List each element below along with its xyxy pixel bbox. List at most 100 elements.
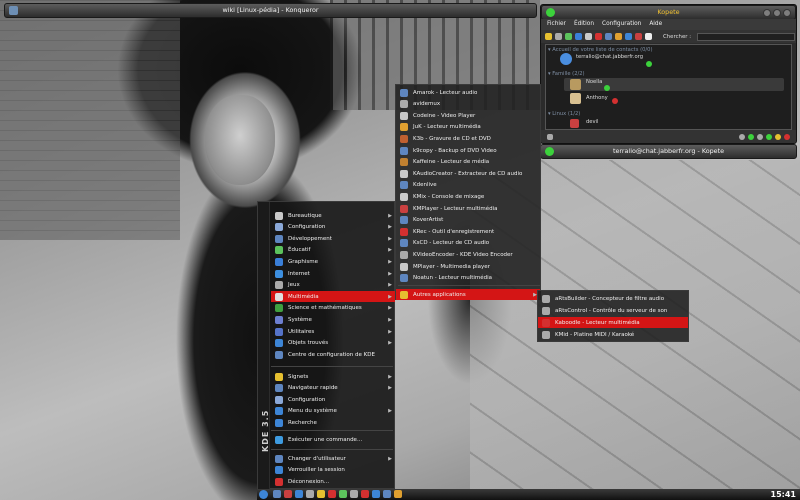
menu-item-internet[interactable]: Internet ▶ [271,268,395,279]
menu-aide[interactable]: Aide [649,19,662,30]
menu-item-systeme[interactable]: Système ▶ [271,314,395,325]
menu-item-artscontrol-controle-du-serveur-de-son[interactable]: aRtsControl - Contrôle du serveur de son [538,305,688,316]
menu-item-navigateur-rapide[interactable]: Navigateur rapide ▶ [271,383,395,394]
notifications-icon[interactable] [635,33,642,40]
kopete-titlebar[interactable]: Kopete [541,5,796,20]
menu-item-label: JuK - Lecteur multimédia [413,124,481,131]
k-menu-button[interactable] [259,490,268,499]
menu-item-multimedia[interactable]: Multimédia ▶ [271,291,395,303]
menu-item-kscd-lecteur-de-cd-audio[interactable]: KsCD - Lecteur de CD audio [396,238,540,249]
online-icon[interactable] [565,33,572,40]
taskbar-app-icon[interactable] [328,490,336,498]
taskbar-app-icon[interactable] [339,490,347,498]
menu-item-autres-applications[interactable]: Autres applications ▶ [396,289,540,300]
menu-item-koverartist[interactable]: KoverArtist [396,215,540,226]
menu-item-deconnexion[interactable]: Déconnexion... [271,476,395,487]
menu-item-developpement[interactable]: Développement ▶ [271,233,395,244]
taskbar-app-icon[interactable] [273,490,281,498]
account-status-icon[interactable] [739,133,745,140]
settings-icon[interactable] [615,33,622,40]
run-icon [275,435,283,444]
groups-icon[interactable] [605,33,612,40]
yahoo-status-icon[interactable] [775,133,781,140]
menu-item-mplayer-multimedia-player[interactable]: MPlayer - Multimedia player [396,261,540,272]
menu-item-menu-du-systeme[interactable]: Menu du système ▶ [271,406,395,417]
menu-fichier[interactable]: Fichier [547,19,566,30]
menu-item-kdenlive[interactable]: Kdenlive [396,180,540,191]
menu-item-kaudiocreator-extracteur-de-cd-audio[interactable]: KAudioCreator - Extracteur de CD audio [396,168,540,179]
chat-titlebar[interactable]: terralio@chat.jabberfr.org - Kopete [540,144,797,159]
menu-item-changer-d-utilisateur[interactable]: Changer d'utilisateur ▶ [271,453,395,464]
menu-item-kaffeine-lecteur-de-media[interactable]: Kaffeine - Lecteur de média [396,157,540,168]
contact-myself[interactable]: terralio@chat.jabberfr.org [576,54,643,61]
taskbar-app-icon[interactable] [317,490,325,498]
menu-item-configuration[interactable]: Configuration ▶ [271,222,395,233]
clear-search-icon[interactable] [645,33,652,40]
kcontrol-icon [275,350,283,359]
anthony-status-icon [612,98,618,104]
menu-item-krec-outil-d-enregistrement[interactable]: KRec - Outil d'enregistrement [396,226,540,237]
taskbar-app-icon[interactable] [284,490,292,498]
msn-status-icon[interactable] [757,133,763,140]
menu-item-configuration[interactable]: Configuration [271,394,395,405]
menu-item-centre-de-configuration-de-kde[interactable]: Centre de configuration de KDE [271,349,395,360]
close-button[interactable] [783,9,791,17]
jabber-status-icon[interactable] [748,133,754,140]
menu-edition[interactable]: Édition [574,19,594,30]
aim-status-icon[interactable] [784,133,790,140]
contact-noella[interactable]: Noella [586,79,602,86]
taskbar-app-icon[interactable] [383,490,391,498]
menu-separator [398,285,540,286]
status-icon[interactable] [555,33,562,40]
contact-group-linux[interactable]: ▾ Linux (1/2) [548,111,580,118]
menu-item-objets-trouves[interactable]: Objets trouvés ▶ [271,338,395,349]
taskbar-app-icon[interactable] [361,490,369,498]
menu-item-k3b-gravure-de-cd-et-dvd[interactable]: K3b - Gravure de CD et DVD [396,133,540,144]
menu-item-executer-une-commande[interactable]: Exécuter une commande... [271,434,395,445]
menu-item-k9copy-backup-of-dvd-video[interactable]: k9copy - Backup of DVD Video [396,145,540,156]
contact-devil[interactable]: devil [586,119,598,126]
status-menu-icon[interactable] [547,133,553,140]
taskbar-app-icon[interactable] [372,490,380,498]
menu-item-kmplayer-lecteur-multimedia[interactable]: KMPlayer - Lecteur multimédia [396,203,540,214]
taskbar-app-icon[interactable] [306,490,314,498]
add-contact-icon[interactable] [545,33,552,40]
menu-item-artsbuilder-concepteur-de-filtre-audio[interactable]: aRtsBuilder - Concepteur de filtre audio [538,293,688,304]
contact-anthony[interactable]: Anthony [586,95,608,102]
menu-item-kmix-console-de-mixage[interactable]: KMix - Console de mixage [396,191,540,202]
offline-users-icon[interactable] [585,33,592,40]
clock[interactable]: 15:41 [771,490,796,499]
menu-item-educatif[interactable]: Éducatif ▶ [271,245,395,256]
away-icon[interactable] [595,33,602,40]
taskbar-app-icon[interactable] [295,490,303,498]
icq-status-icon[interactable] [766,133,772,140]
taskbar-app-icon[interactable] [394,490,402,498]
konqueror-titlebar[interactable]: wiki [Linux-pédia] - Konqueror [4,3,537,18]
menu-configuration[interactable]: Configuration [602,19,641,30]
kopete-window[interactable]: Kopete Fichier Édition Configuration Aid… [540,4,797,144]
menu-item-amarok-lecteur-audio[interactable]: Amarok - Lecteur audio [396,87,540,98]
menu-item-noatun-lecteur-multimedia[interactable]: Noatun - Lecteur multimédia [396,273,540,284]
menu-item-kvideoencoder-kde-video-encoder[interactable]: KVideoEncoder - KDE Video Encoder [396,249,540,260]
menu-item-signets[interactable]: Signets ▶ [271,371,395,382]
menu-item-kaboodle-lecteur-multimedia[interactable]: Kaboodle - Lecteur multimédia [538,317,688,328]
submenu-arrow-icon: ▶ [388,247,392,254]
menu-item-science-et-mathematiques[interactable]: Science et mathématiques ▶ [271,303,395,314]
menu-item-jeux[interactable]: Jeux ▶ [271,280,395,291]
menu-item-utilitaires[interactable]: Utilitaires ▶ [271,326,395,337]
menu-item-juk-lecteur-multimedia[interactable]: JuK - Lecteur multimédia [396,122,540,133]
menu-item-avidemux[interactable]: avidemux [396,99,540,110]
maximize-button[interactable] [773,9,781,17]
menu-item-codeine-video-player[interactable]: Codeine - Video Player [396,110,540,121]
menu-item-bureautique[interactable]: Bureautique ▶ [271,210,395,221]
menu-item-graphisme[interactable]: Graphisme ▶ [271,256,395,267]
menu-item-kmid-platine-midi-karaoke[interactable]: KMid - Platine MIDI / Karaoké [538,329,688,340]
taskbar-app-icon[interactable] [350,490,358,498]
accounts-icon[interactable] [625,33,632,40]
search-input[interactable] [697,32,796,41]
users-icon[interactable] [575,33,582,40]
menu-item-recherche[interactable]: Recherche [271,417,395,428]
contact-group-family[interactable]: ▾ Famille (2/2) [548,71,585,78]
minimize-button[interactable] [763,9,771,17]
menu-item-verrouiller-la-session[interactable]: Verrouiller la session [271,465,395,476]
